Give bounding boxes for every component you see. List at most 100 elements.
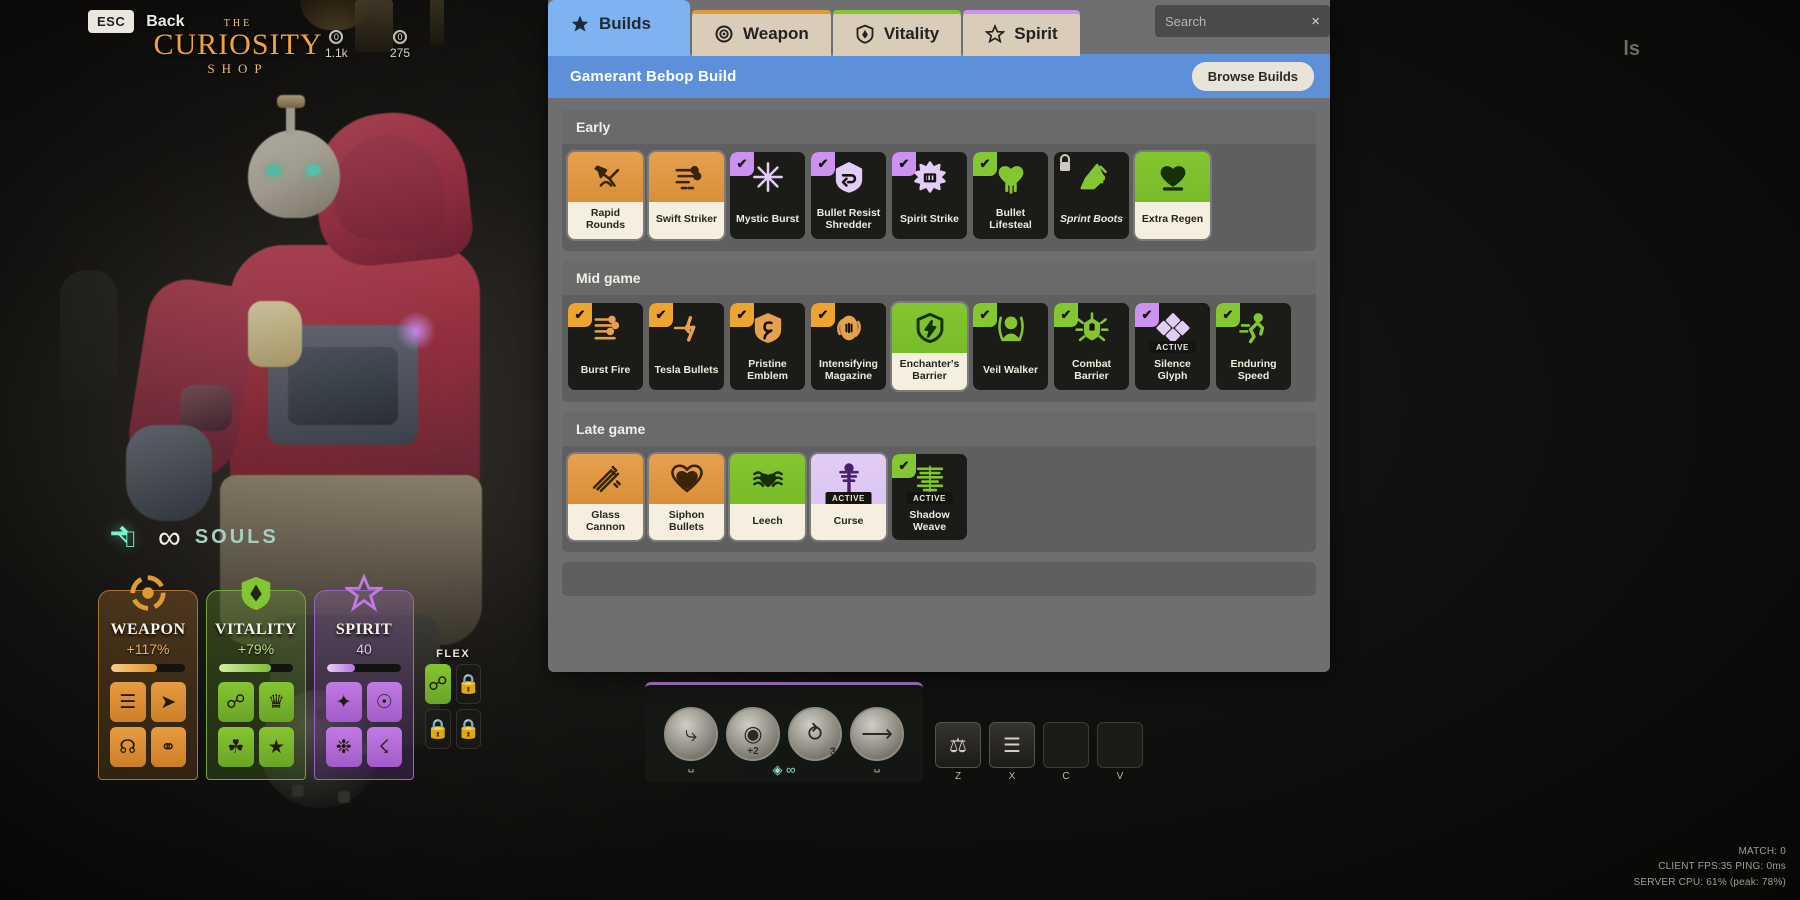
close-icon[interactable]: ×: [1311, 14, 1320, 29]
active-item-slot-v[interactable]: V: [1097, 722, 1143, 768]
item-slot[interactable]: ☘: [218, 727, 254, 767]
heart-drip-icon: [994, 160, 1028, 194]
item-card[interactable]: ✔Intensifying Magazine: [811, 303, 886, 390]
item-card[interactable]: Swift Striker: [649, 152, 724, 239]
checkmark-icon: ✔: [730, 152, 754, 176]
item-card[interactable]: Extra Regen: [1135, 152, 1210, 239]
search-box[interactable]: ×: [1155, 5, 1330, 37]
heart-regen-icon: [1156, 160, 1190, 194]
item-name: Tesla Bullets: [649, 353, 724, 390]
checkmark-icon: ✔: [811, 152, 835, 176]
item-card[interactable]: ✔Pristine Emblem: [730, 303, 805, 390]
active-item-slot-c[interactable]: C: [1043, 722, 1089, 768]
item-artwork: [649, 454, 724, 504]
tab-vitality[interactable]: Vitality: [833, 10, 961, 56]
tab-builds[interactable]: Builds: [548, 0, 690, 56]
item-card[interactable]: Glass Cannon: [568, 454, 643, 541]
build-panel-header: Gamerant Bebop Build Browse Builds: [548, 54, 1330, 98]
item-slot[interactable]: ❉: [326, 727, 362, 767]
flex-slot-locked[interactable]: 🔒: [456, 709, 482, 749]
burst-bullets-icon: [589, 311, 623, 345]
stat-card-spirit[interactable]: SPIRIT 40 ✦ ☉ ❉ ☇: [314, 590, 414, 780]
item-name: Shadow Weave: [892, 504, 967, 541]
checkmark-icon: ✔: [1216, 303, 1240, 327]
stat-name: SPIRIT: [323, 621, 405, 639]
checkmark-icon: ✔: [1054, 303, 1078, 327]
item-artwork: ✔: [973, 152, 1048, 202]
item-slot[interactable]: ☇: [367, 727, 403, 767]
active-item-slot-x[interactable]: ☰ X: [989, 722, 1035, 768]
counter-icon: 0: [393, 30, 407, 44]
tab-label: Vitality: [884, 24, 939, 44]
ability-uppercut[interactable]: ⥁ 3: [788, 707, 842, 761]
flex-slot-locked[interactable]: 🔒: [425, 709, 451, 749]
section-item-row: Rapid RoundsSwift Striker✔Mystic Burst✔B…: [562, 144, 1316, 249]
item-card[interactable]: ✔Spirit Strike: [892, 152, 967, 239]
item-slot[interactable]: ☉: [367, 682, 403, 722]
search-input[interactable]: [1165, 14, 1300, 29]
active-badge: ACTIVE: [906, 492, 953, 504]
stat-card-weapon[interactable]: WEAPON +117% ☰ ➤ ☊ ⚭: [98, 590, 198, 780]
ability-bomb[interactable]: ◉ +2: [726, 707, 780, 761]
combat-barrier-icon: [1075, 311, 1109, 345]
item-slot[interactable]: ✦: [326, 682, 362, 722]
item-slot[interactable]: ♛: [259, 682, 295, 722]
target-icon: [714, 24, 734, 44]
item-artwork: [649, 152, 724, 202]
item-slot[interactable]: ⚭: [151, 727, 187, 767]
item-card[interactable]: ACTIVECurse: [811, 454, 886, 541]
section-item-row: ✔Burst Fire✔Tesla Bullets✔Pristine Emble…: [562, 295, 1316, 400]
build-section: EarlyRapid RoundsSwift Striker✔Mystic Bu…: [562, 110, 1316, 251]
stat-card-vitality[interactable]: VITALITY +79% ☍ ♛ ☘ ★: [206, 590, 306, 780]
build-section: Mid game✔Burst Fire✔Tesla Bullets✔Pristi…: [562, 261, 1316, 402]
item-card[interactable]: Rapid Rounds: [568, 152, 643, 239]
item-card[interactable]: Siphon Bullets: [649, 454, 724, 541]
item-card[interactable]: ✔ Combat Barrier: [1054, 303, 1129, 390]
ability-punch[interactable]: ⟶ ␣: [850, 707, 904, 761]
stat-name: WEAPON: [107, 621, 189, 639]
item-slot[interactable]: ☰: [110, 682, 146, 722]
item-card[interactable]: ✔ACTIVESilence Glyph: [1135, 303, 1210, 390]
match-info: MATCH: 0: [1634, 844, 1787, 860]
item-name: Curse: [811, 504, 886, 541]
tab-spirit[interactable]: Spirit: [963, 10, 1079, 56]
item-card[interactable]: ✔Veil Walker: [973, 303, 1048, 390]
item-card[interactable]: Leech: [730, 454, 805, 541]
section-title: Early: [562, 110, 1316, 144]
item-artwork: ✔: [1054, 303, 1129, 353]
back-label: Back: [146, 13, 184, 31]
ability-hook[interactable]: ⤷ ␣: [664, 707, 718, 761]
item-card[interactable]: ✔ Tesla Bullets: [649, 303, 724, 390]
veil-figure-icon: [994, 311, 1028, 345]
active-badge: ACTIVE: [825, 492, 872, 504]
emblem-shield-icon: [751, 311, 785, 345]
item-card[interactable]: Enchanter's Barrier: [892, 303, 967, 390]
counter-amount: 1.1k: [325, 46, 348, 60]
magazine-cycle-icon: [832, 311, 866, 345]
tab-weapon[interactable]: Weapon: [692, 10, 831, 56]
active-item-slots: ⚖ Z ☰ X C V: [935, 722, 1143, 768]
back-control[interactable]: ESC Back: [88, 10, 184, 33]
item-slot[interactable]: ➤: [151, 682, 187, 722]
item-card[interactable]: ✔Burst Fire: [568, 303, 643, 390]
item-card[interactable]: ✔Bullet Resist Shredder: [811, 152, 886, 239]
tab-label: Builds: [599, 14, 651, 34]
item-artwork: ✔ACTIVE: [892, 454, 967, 504]
active-item-slot-z[interactable]: ⚖ Z: [935, 722, 981, 768]
browse-builds-button[interactable]: Browse Builds: [1192, 62, 1314, 91]
item-card[interactable]: ✔ACTIVEShadow Weave: [892, 454, 967, 541]
souls-currency-icon: 𝢖: [100, 515, 144, 559]
checkmark-icon: ✔: [649, 303, 673, 327]
item-slot[interactable]: ★: [259, 727, 295, 767]
item-card[interactable]: ✔Mystic Burst: [730, 152, 805, 239]
item-card[interactable]: Sprint Boots: [1054, 152, 1129, 239]
item-name: Enduring Speed: [1216, 353, 1291, 390]
item-slot[interactable]: ☊: [110, 727, 146, 767]
item-card[interactable]: ✔ Enduring Speed: [1216, 303, 1291, 390]
item-name: Sprint Boots: [1054, 202, 1129, 239]
flex-slot-locked[interactable]: 🔒: [456, 664, 482, 704]
item-name: Combat Barrier: [1054, 353, 1129, 390]
item-card[interactable]: ✔Bullet Lifesteal: [973, 152, 1048, 239]
flex-slot-filled[interactable]: ☍: [425, 664, 451, 704]
item-slot[interactable]: ☍: [218, 682, 254, 722]
